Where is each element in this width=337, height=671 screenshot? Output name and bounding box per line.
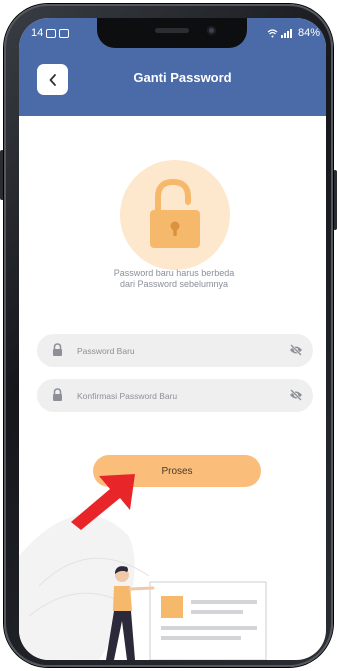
front-camera: [207, 26, 216, 35]
new-password-input[interactable]: [77, 334, 267, 367]
confirm-password-field: [37, 379, 313, 412]
status-time: 14: [31, 27, 44, 39]
card-photo: [161, 596, 183, 618]
lock-illustration: [120, 160, 230, 270]
app-header: Ganti Password: [19, 52, 326, 116]
confirm-password-input[interactable]: [77, 379, 267, 412]
eye-slash-icon[interactable]: [289, 389, 303, 401]
password-hint-line1: Password baru harus berbeda: [113, 268, 235, 278]
new-password-field: [37, 334, 313, 367]
earpiece-speaker: [155, 28, 189, 33]
password-hint: Password baru harus berbeda dari Passwor…: [49, 268, 299, 290]
wifi-icon: [267, 28, 278, 37]
phone-screen: 14 84% Ganti Password Password baru haru…: [19, 18, 326, 660]
status-right: 84%: [267, 27, 320, 39]
status-bar: 14 84%: [19, 18, 326, 52]
phone-frame: 14 84% Ganti Password Password baru haru…: [4, 4, 333, 667]
id-card: [149, 581, 267, 660]
signal-icon: [280, 28, 292, 38]
lock-icon: [53, 343, 62, 356]
password-hint-line2: dari Password sebelumnya: [119, 279, 229, 289]
power-button: [333, 170, 337, 230]
gallery-notification-icon: [46, 28, 57, 38]
message-notification-icon: [59, 28, 70, 38]
battery-level: 84%: [297, 27, 320, 39]
eye-slash-icon[interactable]: [289, 344, 303, 356]
red-pointer-arrow-icon: [71, 474, 135, 530]
device-stage: 14 84% Ganti Password Password baru haru…: [0, 0, 337, 671]
page-title: Ganti Password: [133, 70, 232, 85]
lock-icon: [53, 388, 62, 401]
status-left: 14: [31, 27, 70, 39]
unlocked-padlock-icon: [150, 178, 200, 248]
camera-notch: [97, 18, 247, 48]
